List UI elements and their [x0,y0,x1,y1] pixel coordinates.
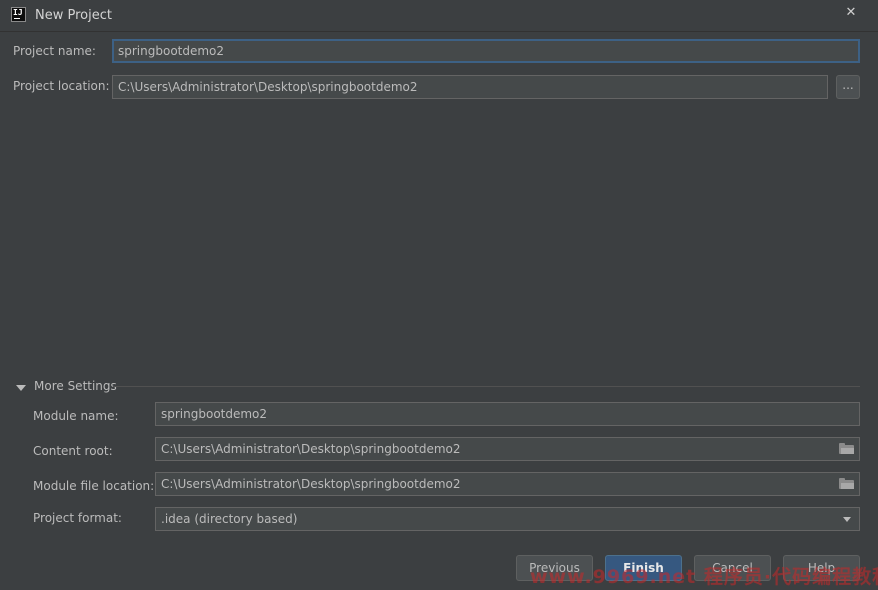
content-root-value: C:\Users\Administrator\Desktop\springboo… [161,442,461,456]
folder-open-icon[interactable] [839,478,854,489]
project-location-input[interactable]: C:\Users\Administrator\Desktop\springboo… [112,75,828,99]
title-bar: IJ New Project ✕ [0,0,878,31]
collapse-triangle-icon [16,385,26,391]
browse-location-button[interactable]: ... [836,75,860,99]
module-file-input[interactable]: C:\Users\Administrator\Desktop\springboo… [155,472,860,496]
title-divider [0,31,878,32]
project-location-label: Project location: [13,79,110,93]
content-root-label: Content root: [33,444,113,458]
module-name-label: Module name: [33,409,119,423]
module-name-input[interactable]: springbootdemo2 [155,402,860,426]
content-root-input[interactable]: C:\Users\Administrator\Desktop\springboo… [155,437,860,461]
project-format-select[interactable]: .idea (directory based) [155,507,860,531]
more-settings-divider [113,386,860,387]
folder-open-icon[interactable] [839,443,854,454]
more-settings-title[interactable]: More Settings [34,379,117,393]
watermark: www.9969.net 程序员·代码编程教程网 [530,566,878,588]
more-settings-toggle[interactable] [16,383,26,393]
project-name-label: Project name: [13,44,96,58]
module-file-value: C:\Users\Administrator\Desktop\springboo… [161,477,461,491]
module-file-label: Module file location: [33,479,155,493]
app-icon-text: IJ [13,8,23,17]
close-icon[interactable]: ✕ [844,6,858,20]
intellij-logo-icon: IJ [11,7,26,22]
project-name-input[interactable]: springbootdemo2 [112,39,860,63]
project-format-value: .idea (directory based) [161,512,298,526]
chevron-down-icon [843,517,851,522]
project-format-label: Project format: [33,511,122,525]
window-title: New Project [35,8,112,23]
project-name-label-text: Project name: [13,44,96,58]
